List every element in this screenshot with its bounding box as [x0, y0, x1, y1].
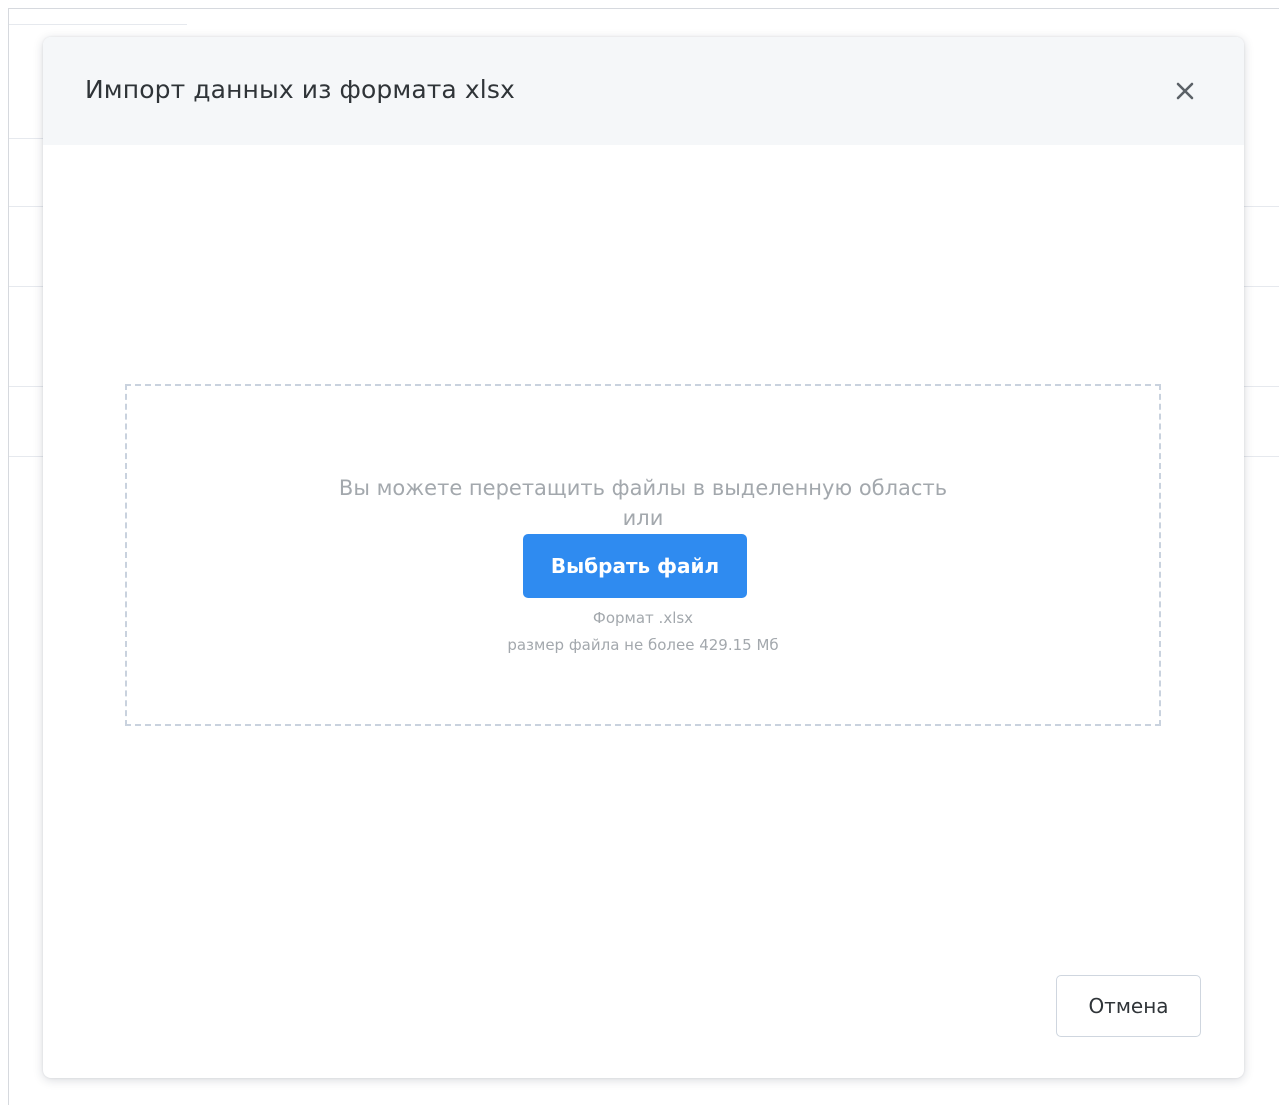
- close-icon: [1175, 81, 1195, 101]
- file-size-limit-note: размер файла не более 429.15 Мб: [507, 636, 779, 654]
- cancel-button[interactable]: Отмена: [1056, 975, 1201, 1037]
- background-divider: [1244, 456, 1279, 457]
- import-dialog: Импорт данных из формата xlsx Вы можете …: [43, 37, 1244, 1078]
- background-tab-underline: [9, 24, 187, 25]
- background-divider: [9, 138, 43, 139]
- dialog-header: Импорт данных из формата xlsx: [43, 37, 1244, 145]
- background-divider: [1244, 386, 1279, 387]
- dialog-title: Импорт данных из формата xlsx: [85, 75, 515, 104]
- file-format-note: Формат .xlsx: [592, 609, 694, 627]
- file-dropzone[interactable]: Вы можете перетащить файлы в выделенную …: [125, 384, 1161, 726]
- background-divider: [1244, 206, 1279, 207]
- background-divider: [9, 386, 43, 387]
- dropzone-hint: Вы можете перетащить файлы в выделенную …: [338, 476, 948, 500]
- background-divider: [9, 456, 43, 457]
- background-divider: [9, 286, 43, 287]
- choose-file-button[interactable]: Выбрать файл: [523, 534, 747, 598]
- background-divider: [1244, 286, 1279, 287]
- close-button[interactable]: [1167, 73, 1203, 109]
- dropzone-or: или: [622, 506, 664, 530]
- background-divider: [9, 206, 43, 207]
